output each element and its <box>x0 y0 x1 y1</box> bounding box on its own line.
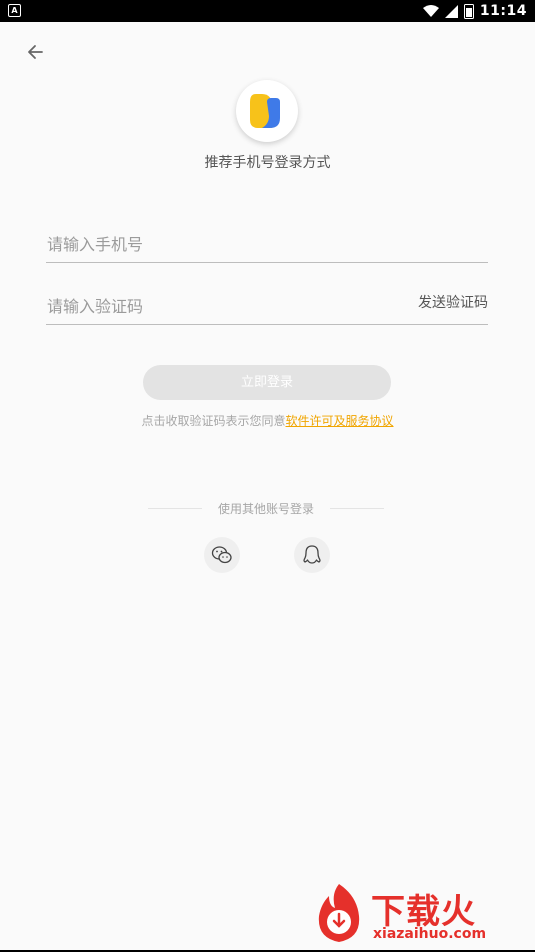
divider-line-right <box>330 508 384 509</box>
send-code-button[interactable]: 发送验证码 <box>418 292 488 312</box>
agreement-link[interactable]: 软件许可及服务协议 <box>286 414 394 428</box>
watermark: 下载火 xiazaihuo.com <box>309 882 529 946</box>
fire-logo-icon <box>318 884 360 942</box>
watermark-domain: xiazaihuo.com <box>373 926 487 942</box>
login-subtitle: 推荐手机号登录方式 <box>204 155 331 171</box>
app-logo <box>236 80 298 142</box>
wechat-login-button[interactable] <box>204 537 240 573</box>
app-logo-icon <box>250 94 280 128</box>
agreement-prefix: 点击收取验证码表示您同意 <box>141 414 286 428</box>
battery-icon <box>463 3 474 19</box>
login-button[interactable]: 立即登录 <box>143 365 391 400</box>
back-button[interactable] <box>22 38 50 66</box>
qq-icon <box>303 545 321 564</box>
wechat-icon <box>211 546 232 564</box>
agreement-text: 点击收取验证码表示您同意软件许可及服务协议 <box>0 412 535 429</box>
app-notification-icon: A <box>8 4 21 17</box>
wifi-icon <box>422 5 439 17</box>
status-icons: 11:14 <box>422 0 527 22</box>
signal-icon <box>444 4 458 18</box>
qq-login-button[interactable] <box>294 537 330 573</box>
arrow-left-icon <box>28 45 43 59</box>
status-bar: A 11:14 <box>0 0 535 22</box>
code-field: 发送验证码 <box>46 288 488 325</box>
verification-code-input[interactable] <box>46 288 377 324</box>
phone-field <box>46 226 489 263</box>
other-login-divider: 使用其他账号登录 <box>148 500 384 518</box>
phone-input[interactable] <box>46 226 489 262</box>
status-time: 11:14 <box>479 3 527 19</box>
